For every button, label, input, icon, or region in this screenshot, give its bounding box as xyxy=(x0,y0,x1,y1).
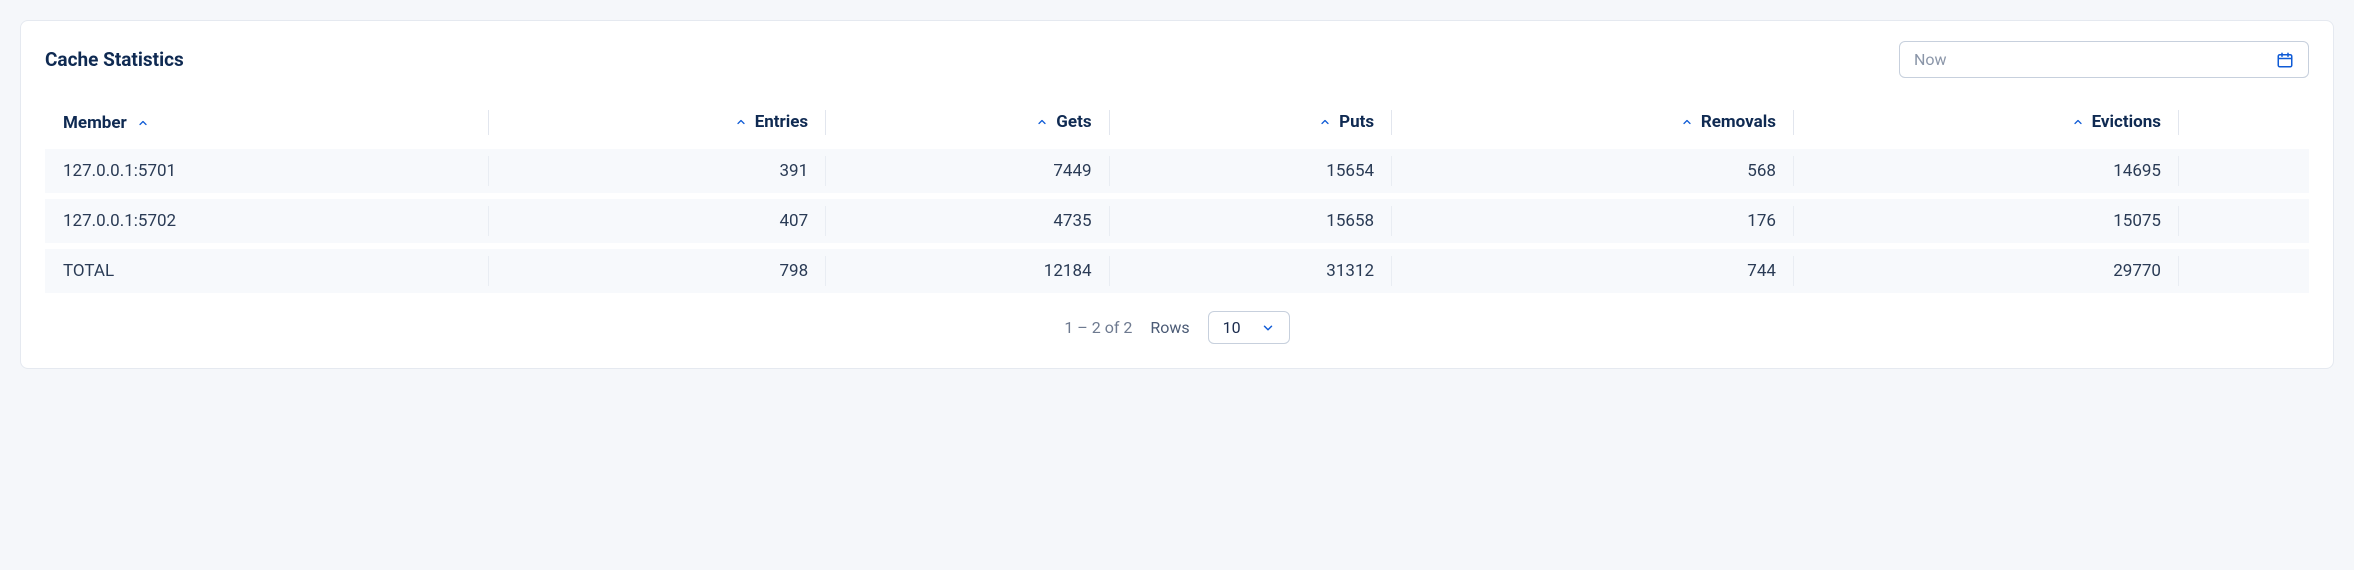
pagination-range: 1 – 2 of 2 xyxy=(1064,318,1132,337)
table-header-row: Member Entries Gets xyxy=(45,102,2309,143)
col-label: Member xyxy=(63,113,127,133)
chevron-up-icon xyxy=(1319,116,1331,128)
cell-member: 127.0.0.1:5702 xyxy=(45,193,489,243)
page-size-select[interactable]: 10 xyxy=(1208,311,1290,344)
table-row-total: TOTAL 798 12184 31312 744 29770 xyxy=(45,243,2309,293)
cell-removals: 744 xyxy=(1392,243,1794,293)
table-row: 127.0.0.1:5701 391 7449 15654 568 14695 xyxy=(45,143,2309,193)
cell-puts: 15654 xyxy=(1110,143,1393,193)
col-header-gets[interactable]: Gets xyxy=(826,102,1109,143)
table-body: 127.0.0.1:5701 391 7449 15654 568 14695 … xyxy=(45,143,2309,293)
card-header: Cache Statistics Now xyxy=(45,41,2309,78)
chevron-up-icon xyxy=(1681,116,1693,128)
chevron-up-icon xyxy=(137,117,149,129)
cell-entries: 407 xyxy=(489,193,827,243)
cache-statistics-card: Cache Statistics Now Member xyxy=(20,20,2334,369)
col-label: Puts xyxy=(1339,112,1374,132)
page-size-value: 10 xyxy=(1223,318,1241,337)
pagination: 1 – 2 of 2 Rows 10 xyxy=(45,311,2309,344)
cell-gets: 12184 xyxy=(826,243,1109,293)
cell-puts: 31312 xyxy=(1110,243,1393,293)
time-picker-value: Now xyxy=(1914,50,1947,69)
cell-entries: 391 xyxy=(489,143,827,193)
col-label: Gets xyxy=(1056,112,1091,132)
cell-spacer xyxy=(2179,143,2309,193)
col-header-evictions[interactable]: Evictions xyxy=(1794,102,2179,143)
cell-removals: 568 xyxy=(1392,143,1794,193)
col-label: Entries xyxy=(755,112,808,132)
chevron-up-icon xyxy=(1036,116,1048,128)
statistics-table: Member Entries Gets xyxy=(45,102,2309,293)
cell-spacer xyxy=(2179,193,2309,243)
calendar-icon xyxy=(2276,51,2294,69)
cell-removals: 176 xyxy=(1392,193,1794,243)
col-label: Removals xyxy=(1701,112,1776,132)
table-row: 127.0.0.1:5702 407 4735 15658 176 15075 xyxy=(45,193,2309,243)
cell-gets: 7449 xyxy=(826,143,1109,193)
cell-entries: 798 xyxy=(489,243,827,293)
col-header-puts[interactable]: Puts xyxy=(1110,102,1393,143)
cell-gets: 4735 xyxy=(826,193,1109,243)
cell-puts: 15658 xyxy=(1110,193,1393,243)
col-label: Evictions xyxy=(2092,112,2161,132)
chevron-up-icon xyxy=(2072,116,2084,128)
time-picker[interactable]: Now xyxy=(1899,41,2309,78)
cell-member: TOTAL xyxy=(45,243,489,293)
rows-label: Rows xyxy=(1150,318,1189,337)
col-spacer xyxy=(2179,102,2309,143)
chevron-up-icon xyxy=(735,116,747,128)
cell-member: 127.0.0.1:5701 xyxy=(45,143,489,193)
chevron-down-icon xyxy=(1261,321,1275,335)
cell-evictions: 14695 xyxy=(1794,143,2179,193)
col-header-removals[interactable]: Removals xyxy=(1392,102,1794,143)
cell-evictions: 15075 xyxy=(1794,193,2179,243)
cell-spacer xyxy=(2179,243,2309,293)
card-title: Cache Statistics xyxy=(45,48,184,71)
col-header-member[interactable]: Member xyxy=(45,102,489,143)
cell-evictions: 29770 xyxy=(1794,243,2179,293)
col-header-entries[interactable]: Entries xyxy=(489,102,827,143)
